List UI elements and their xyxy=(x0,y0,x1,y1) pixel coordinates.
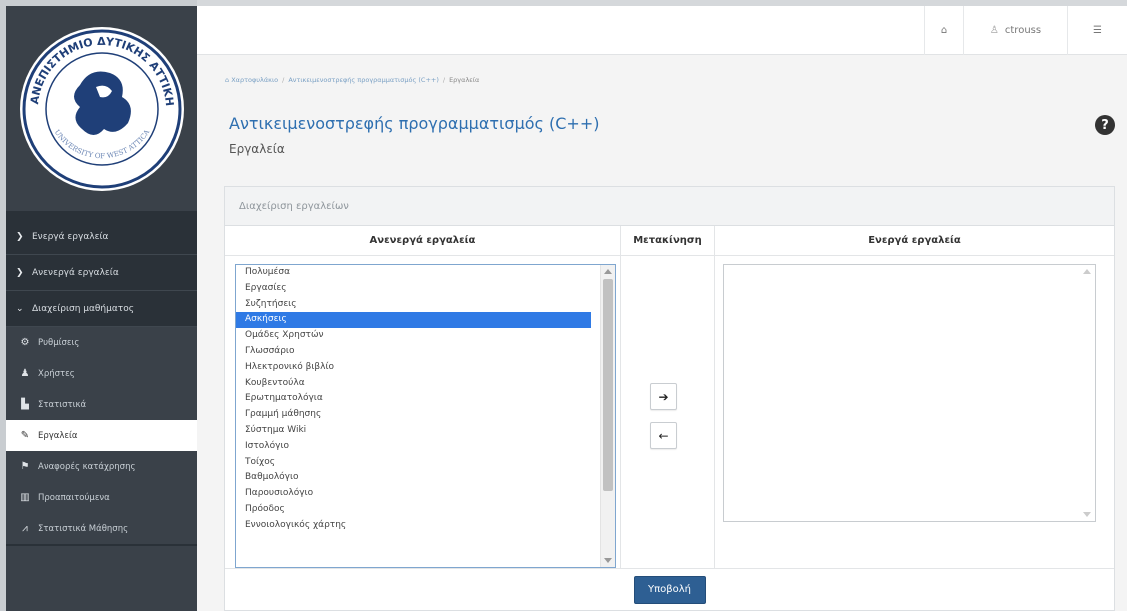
breadcrumb: ⌂ Χαρτοφυλάκιο / Αντικειμενοστρεφής προγρα… xyxy=(225,76,479,84)
list-item[interactable]: Γλωσσάριο xyxy=(236,344,591,360)
list-item[interactable]: Τοίχος xyxy=(236,455,591,471)
arrow-left-icon: ← xyxy=(658,428,669,443)
sidebar-item-label: Στατιστικά Μάθησης xyxy=(38,523,129,534)
sidebar-section-inactive-tools[interactable]: ❯ Ανενεργά εργαλεία xyxy=(6,255,197,291)
sidebar-item-abuse-reports[interactable]: ⚑ Αναφορές κατάχρησης xyxy=(6,451,197,482)
submit-row: Υποβολή xyxy=(225,569,1114,610)
list-item[interactable]: Κουβεντούλα xyxy=(236,376,591,392)
submit-button[interactable]: Υποβολή xyxy=(633,575,706,604)
settings-menu-button[interactable]: ☰ xyxy=(1067,6,1127,55)
sliders-icon: ☰ xyxy=(1093,25,1102,36)
list-item[interactable]: Γραμμή μάθησης xyxy=(236,407,591,423)
list-item[interactable]: Εννοιολογικός χάρτης xyxy=(236,518,591,534)
listbox-scrollbar[interactable] xyxy=(1080,265,1095,521)
list-item[interactable]: Εργασίες xyxy=(236,281,591,297)
home-icon: ⌂ xyxy=(940,25,948,36)
user-icon: ♙ xyxy=(989,25,999,36)
chevron-down-icon: ⌄ xyxy=(16,303,24,314)
breadcrumb-home[interactable]: Χαρτοφυλάκιο xyxy=(231,76,278,84)
sidebar-item-label: Προαπαιτούμενα xyxy=(38,492,110,503)
sidebar-filler xyxy=(6,546,197,611)
course-title[interactable]: Αντικειμενοστρεφής προγραμματισμός (C++) xyxy=(229,114,599,133)
sidebar-item-label: Χρήστες xyxy=(38,368,75,379)
university-logo-area: ΠΑΝΕΠΙΣΤΗΜΙΟ ΔΥΤΙΚΗΣ ΑΤΤΙΚΗΣ UNIVERSITY … xyxy=(6,6,197,211)
arrow-right-icon: ➔ xyxy=(658,389,669,404)
list-item[interactable]: Ερωτηματολόγια xyxy=(236,391,591,407)
sidebar-section-label: Διαχείριση μαθήματος xyxy=(32,303,135,314)
list-item[interactable]: Συζητήσεις xyxy=(236,297,591,313)
line-chart-icon: ⩘ xyxy=(22,523,28,534)
cogs-icon: ⚙ xyxy=(20,337,30,348)
tools-management-panel: Διαχείριση εργαλείων Ανενεργά εργαλεία Μ… xyxy=(224,186,1115,611)
active-column xyxy=(715,256,1114,568)
sidebar-item-settings[interactable]: ⚙ Ρυθμίσεις xyxy=(6,327,197,358)
list-item[interactable]: Πολυμέσα xyxy=(236,265,591,281)
sidebar-item-label: Στατιστικά xyxy=(38,399,87,410)
move-heading: Μετακίνηση xyxy=(621,226,715,255)
user-menu[interactable]: ♙ ctrouss xyxy=(963,6,1067,55)
columns-header: Ανενεργά εργαλεία Μετακίνηση Ενεργά εργα… xyxy=(225,226,1114,256)
username: ctrouss xyxy=(1004,25,1042,36)
move-right-button[interactable]: ➔ xyxy=(650,383,677,410)
bar-chart-icon: ▙ xyxy=(21,399,29,410)
top-bar: ⌂ ♙ ctrouss ☰ xyxy=(197,0,1127,55)
sidebar-item-users[interactable]: ♟ Χρήστες xyxy=(6,358,197,389)
breadcrumb-separator: / xyxy=(442,76,446,84)
bank-icon: ▥ xyxy=(20,492,30,503)
scrollbar-thumb[interactable] xyxy=(603,279,613,491)
active-tools-listbox[interactable] xyxy=(723,264,1096,522)
inactive-tools-listbox[interactable]: Πολυμέσα Εργασίες Συζητήσεις Ασκήσεις Ομ… xyxy=(235,264,616,568)
list-item[interactable]: Βαθμολόγιο xyxy=(236,470,591,486)
sidebar-item-learning-analytics[interactable]: ⩘ Στατιστικά Μάθησης xyxy=(6,513,197,544)
inactive-column: Πολυμέσα Εργασίες Συζητήσεις Ασκήσεις Ομ… xyxy=(225,256,621,568)
panel-title: Διαχείριση εργαλείων xyxy=(225,187,1114,226)
breadcrumb-separator: / xyxy=(282,76,285,84)
move-column: ➔ ← xyxy=(621,256,715,568)
list-item[interactable]: Πρόοδος xyxy=(236,502,591,518)
scroll-up-icon[interactable] xyxy=(604,269,612,274)
scroll-down-icon[interactable] xyxy=(604,558,612,563)
page-title: Εργαλεία xyxy=(229,142,285,156)
inactive-tools-heading: Ανενεργά εργαλεία xyxy=(225,226,621,255)
breadcrumb-current: Εργαλεία xyxy=(449,76,480,84)
sidebar-item-label: Αναφορές κατάχρησης xyxy=(38,461,136,472)
scroll-down-icon[interactable] xyxy=(1083,512,1091,517)
sidebar-item-label: Εργαλεία xyxy=(38,430,78,441)
list-item[interactable]: Ιστολόγιο xyxy=(236,439,591,455)
columns-body: Πολυμέσα Εργασίες Συζητήσεις Ασκήσεις Ομ… xyxy=(225,256,1114,569)
move-left-button[interactable]: ← xyxy=(650,422,677,449)
list-item[interactable]: Ομάδες Χρηστών xyxy=(236,328,591,344)
chevron-right-icon: ❯ xyxy=(16,267,24,278)
breadcrumb-course[interactable]: Αντικειμενοστρεφής προγραμματισμός (C++) xyxy=(288,76,439,84)
help-icon[interactable]: ? xyxy=(1095,115,1115,135)
user-icon: ♟ xyxy=(20,368,30,379)
sidebar-item-prerequisites[interactable]: ▥ Προαπαιτούμενα xyxy=(6,482,197,513)
list-item-selected[interactable]: Ασκήσεις xyxy=(236,312,591,329)
university-logo: ΠΑΝΕΠΙΣΤΗΜΙΟ ΔΥΤΙΚΗΣ ΑΤΤΙΚΗΣ UNIVERSITY … xyxy=(18,25,184,191)
list-item[interactable]: Σύστημα Wiki xyxy=(236,423,591,439)
sidebar-section-course-admin[interactable]: ⌄ Διαχείριση μαθήματος xyxy=(6,291,197,327)
sidebar-nav: ❯ Ενεργά εργαλεία ❯ Ανενεργά εργαλεία ⌄ … xyxy=(6,219,197,544)
home-button[interactable]: ⌂ xyxy=(924,6,963,55)
sidebar-section-label: Ανενεργά εργαλεία xyxy=(32,267,119,278)
sidebar-item-statistics[interactable]: ▙ Στατιστικά xyxy=(6,389,197,420)
flag-icon: ⚑ xyxy=(20,461,30,472)
chevron-right-icon: ❯ xyxy=(16,231,24,242)
active-tools-heading: Ενεργά εργαλεία xyxy=(868,235,961,246)
list-item[interactable]: Παρουσιολόγιο xyxy=(236,486,591,502)
main-content: ⌂ Χαρτοφυλάκιο / Αντικειμενοστρεφής προγρα… xyxy=(197,55,1127,611)
sidebar-item-tools[interactable]: ✎ Εργαλεία xyxy=(6,420,197,451)
wrench-icon: ✎ xyxy=(20,430,30,441)
sidebar-item-label: Ρυθμίσεις xyxy=(38,337,80,348)
sidebar-section-label: Ενεργά εργαλεία xyxy=(32,231,109,242)
scroll-up-icon[interactable] xyxy=(1083,269,1091,274)
list-item[interactable]: Ηλεκτρονικό βιβλίο xyxy=(236,360,591,376)
sidebar: ΠΑΝΕΠΙΣΤΗΜΙΟ ΔΥΤΙΚΗΣ ΑΤΤΙΚΗΣ UNIVERSITY … xyxy=(0,0,197,611)
listbox-scrollbar[interactable] xyxy=(600,265,615,567)
sidebar-section-active-tools[interactable]: ❯ Ενεργά εργαλεία xyxy=(6,219,197,255)
